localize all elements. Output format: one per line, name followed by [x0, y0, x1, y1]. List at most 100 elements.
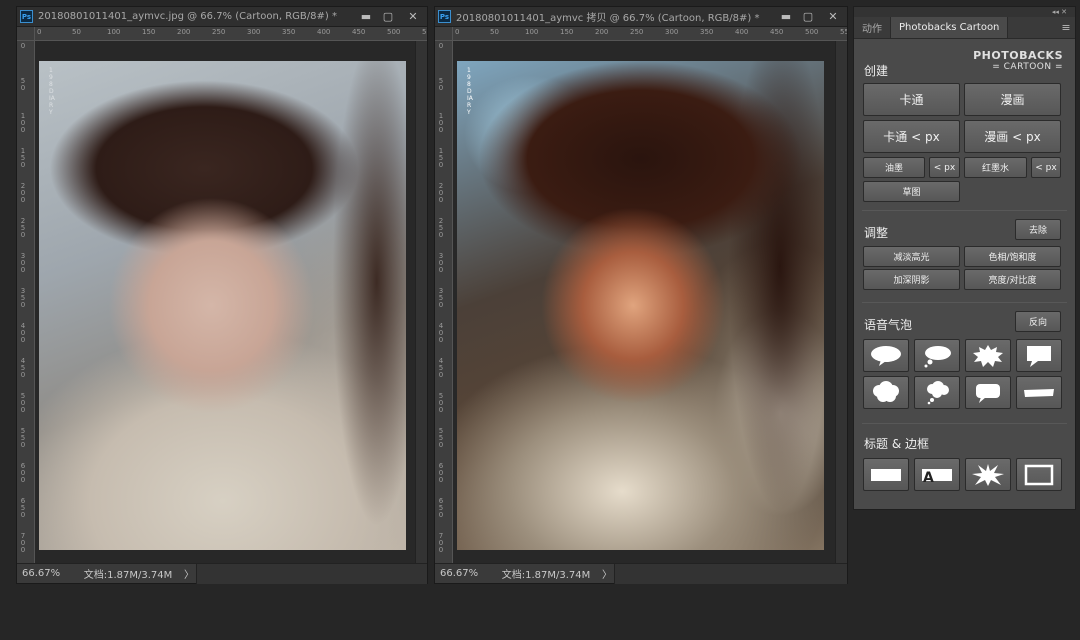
cloud-bubble-button[interactable] [863, 376, 909, 409]
comic-px-button[interactable]: 漫画 < px [964, 120, 1061, 153]
horizontal-ruler[interactable]: 0 50 100 150 200 250 300 350 400 450 500 550 [35, 27, 427, 41]
rounded-rect-bubble-button[interactable] [965, 376, 1011, 409]
red-ink-button[interactable]: 红墨水 [964, 157, 1027, 178]
ruler-tick-label: 400 [735, 28, 749, 36]
ruler-tick-label: 250 [20, 217, 26, 239]
document-window-original[interactable]: Ps 20180801011401_aymvc.jpg @ 66.7% (Car… [16, 6, 428, 584]
ruler-tick-label: 500 [438, 392, 444, 414]
thought-bubble-icon [924, 345, 951, 367]
ruler-tick-label: 650 [20, 497, 26, 519]
ruler-tick-label: 150 [438, 147, 444, 169]
restore-button[interactable]: ▢ [797, 7, 819, 27]
red-ink-px-button[interactable]: < px [1031, 157, 1061, 178]
ruler-tick-label: 550 [438, 427, 444, 449]
status-bar: 66.67% 文档:1.87M/3.74M 〉 [435, 563, 847, 584]
ruler-tick-label: 500 [387, 28, 401, 36]
ruler-tick-label: 350 [20, 287, 26, 309]
ruler-tick-label: 150 [142, 28, 156, 36]
title-banner-button[interactable] [863, 458, 909, 491]
deepen-shadows-button[interactable]: 加深阴影 [863, 269, 960, 290]
minimize-button[interactable]: ▬ [355, 7, 377, 27]
ruler-corner [435, 27, 453, 41]
horizontal-ruler[interactable]: 0 50 100 150 200 250 300 350 400 450 500 550 [453, 27, 847, 41]
oil-ink-px-button[interactable]: < px [929, 157, 960, 178]
photoshop-icon: Ps [20, 10, 33, 23]
title-text-icon: A [922, 468, 952, 486]
ruler-tick-label: 50 [490, 28, 499, 36]
close-button[interactable]: ✕ [399, 7, 427, 27]
document-size: 文档:1.87M/3.74M [501, 570, 591, 581]
vertical-scrollbar[interactable] [415, 41, 427, 563]
cartoon-button[interactable]: 卡通 [863, 83, 960, 116]
vertical-ruler[interactable]: 0 50 100 150 200 250 300 350 400 450 500 550 600 650 7… [435, 41, 453, 563]
photo-cartoon: 1 9 8 DIARY [457, 61, 824, 550]
photoshop-icon: Ps [438, 10, 451, 23]
vertical-ruler[interactable]: 0 50 100 150 200 250 300 350 400 450 500 550 600 650 7… [17, 41, 35, 563]
horizontal-scrollbar[interactable] [196, 563, 427, 584]
status-menu-arrow[interactable]: 〉 [184, 566, 196, 581]
rectangle-bubble-button[interactable] [1016, 339, 1062, 372]
ruler-tick-label: 0 [438, 42, 444, 50]
panel-menu-icon[interactable]: ≡ [1057, 17, 1075, 38]
ruler-tick-label: 550 [840, 28, 847, 36]
caption-box-button[interactable] [1016, 376, 1062, 409]
horizontal-scrollbar[interactable] [614, 563, 847, 584]
document-titlebar[interactable]: Ps 20180801011401_aymvc.jpg @ 66.7% (Car… [17, 7, 427, 27]
document-titlebar[interactable]: Ps 20180801011401_aymvc 拷贝 @ 66.7% (Cart… [435, 7, 847, 27]
hue-saturation-button[interactable]: 色相/饱和度 [964, 246, 1061, 267]
ruler-tick-label: 350 [700, 28, 714, 36]
title-text-button[interactable]: A [914, 458, 960, 491]
section-bubbles-title: 语音气泡 [864, 318, 913, 332]
ruler-tick-label: 700 [20, 532, 26, 554]
canvas-area[interactable]: 1 9 8 DIARY [453, 41, 835, 563]
tab-photobacks-cartoon[interactable]: Photobacks Cartoon [890, 17, 1009, 38]
collapse-close-icons[interactable]: ◂◂ ✕ [1052, 8, 1067, 16]
document-title: 20180801011401_aymvc 拷贝 @ 66.7% (Cartoon… [456, 13, 760, 24]
ruler-tick-label: 50 [72, 28, 81, 36]
photo-watermark: 1 9 8 DIARY [49, 67, 55, 116]
ruler-tick-label: 500 [20, 392, 26, 414]
canvas-area[interactable]: 1 9 8 DIARY [35, 41, 415, 563]
brand-line-1: PHOTOBACKS [973, 49, 1063, 62]
ruler-tick-label: 400 [438, 322, 444, 344]
ruler-tick-label: 300 [438, 252, 444, 274]
panel-collapse-bar[interactable]: ◂◂ ✕ [854, 7, 1075, 17]
oil-ink-button[interactable]: 油墨 [863, 157, 925, 178]
cloud-thought-bubble-button[interactable] [914, 376, 960, 409]
brightness-contrast-button[interactable]: 亮度/对比度 [964, 269, 1061, 290]
rectangle-bubble-icon [1027, 345, 1051, 367]
status-bar: 66.67% 文档:1.87M/3.74M 〉 [17, 563, 427, 584]
zoom-level[interactable]: 66.67% [435, 568, 490, 579]
shout-bubble-button[interactable] [965, 339, 1011, 372]
remove-button[interactable]: 去除 [1015, 219, 1061, 240]
close-button[interactable]: ✕ [819, 7, 847, 27]
document-window-copy[interactable]: Ps 20180801011401_aymvc 拷贝 @ 66.7% (Cart… [434, 6, 848, 584]
document-title: 20180801011401_aymvc.jpg @ 66.7% (Cartoo… [38, 11, 337, 22]
reduce-highlights-button[interactable]: 减淡高光 [863, 246, 960, 267]
ruler-tick-label: 0 [37, 28, 42, 36]
border-frame-icon [1024, 464, 1054, 485]
brand-line-2: = CARTOON = [992, 62, 1063, 72]
restore-button[interactable]: ▢ [377, 7, 399, 27]
cartoon-px-button[interactable]: 卡通 < px [863, 120, 960, 153]
vertical-scrollbar[interactable] [835, 41, 847, 563]
photobacks-cartoon-panel: ◂◂ ✕ 动作 Photobacks Cartoon ≡ PHOTOBACKS … [853, 6, 1076, 510]
ruler-tick-label: 100 [20, 112, 26, 134]
ruler-corner [17, 27, 35, 41]
speech-bubble-oval-icon [871, 345, 901, 366]
tab-actions[interactable]: 动作 [854, 17, 890, 38]
ruler-tick-label: 350 [438, 287, 444, 309]
zoom-level[interactable]: 66.67% [17, 568, 72, 579]
ruler-tick-label: 100 [107, 28, 121, 36]
border-frame-button[interactable] [1016, 458, 1062, 491]
comic-button[interactable]: 漫画 [964, 83, 1061, 116]
burst-frame-button[interactable] [965, 458, 1011, 491]
shout-bubble-icon [973, 344, 1003, 367]
status-menu-arrow[interactable]: 〉 [602, 566, 614, 581]
speech-bubble-oval-button[interactable] [863, 339, 909, 372]
thought-bubble-button[interactable] [914, 339, 960, 372]
invert-button[interactable]: 反向 [1015, 311, 1061, 332]
ruler-tick-label: 250 [438, 217, 444, 239]
sketch-button[interactable]: 草图 [863, 181, 960, 202]
minimize-button[interactable]: ▬ [775, 7, 797, 27]
